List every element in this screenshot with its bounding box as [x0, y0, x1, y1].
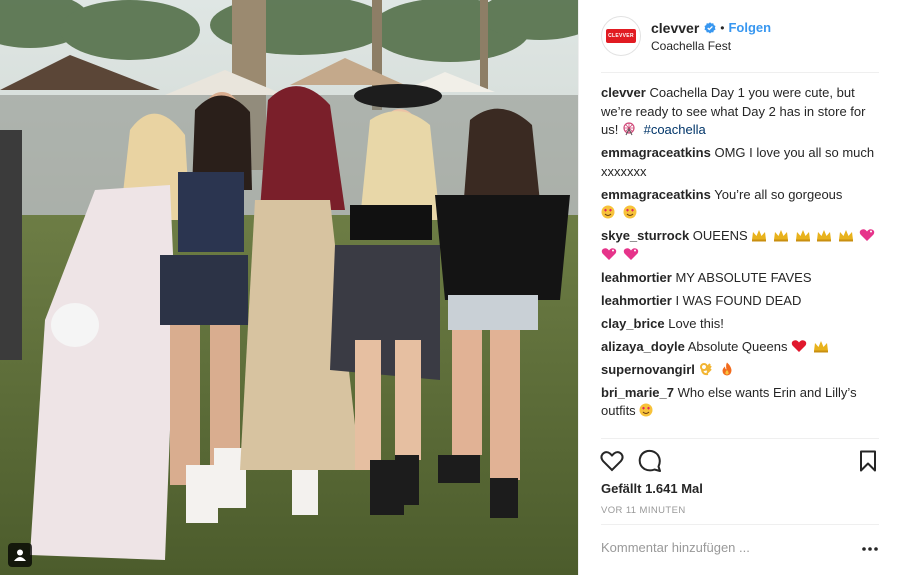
action-bar [599, 448, 881, 474]
crown-emoji [773, 229, 789, 243]
author-username[interactable]: clevver [651, 20, 699, 36]
comment: clay_brice Love this! [601, 315, 881, 334]
comment-username[interactable]: alizaya_doyle [601, 339, 685, 354]
comment-username[interactable]: supernovangirl [601, 362, 695, 377]
red-heart-emoji [791, 339, 807, 353]
divider [601, 524, 879, 525]
separator-dot: • [720, 20, 725, 35]
comment-username[interactable]: leahmortier [601, 293, 672, 308]
comment-button[interactable] [637, 448, 663, 474]
post-timestamp[interactable]: VOR 11 MINUTEN [601, 505, 686, 516]
heart-eyes-emoji [639, 403, 655, 417]
save-button[interactable] [855, 448, 881, 474]
fire-emoji [720, 362, 736, 376]
bookmark-icon [860, 450, 876, 472]
comment: leahmortier MY ABSOLUTE FAVES [601, 269, 881, 288]
heart-eyes-emoji [623, 205, 639, 219]
heart-icon [600, 451, 624, 472]
crown-emoji [751, 229, 767, 243]
comment-text: OUEENS [692, 228, 748, 243]
comment-text: Absolute Queens [687, 338, 788, 354]
divider [601, 72, 879, 73]
comment: supernovangirl [601, 361, 881, 380]
likes-count[interactable]: Gefällt 1.641 Mal [601, 481, 703, 496]
comment-icon [638, 449, 661, 472]
comment: alizaya_doyle Absolute Queens [601, 338, 881, 357]
follow-button[interactable]: Folgen [728, 20, 771, 35]
sparkling-heart-emoji [623, 247, 639, 261]
comment-text: I WAS FOUND DEAD [675, 292, 802, 308]
comment: bri_marie_7 Who else wants Erin and Lill… [601, 384, 881, 421]
like-button[interactable] [599, 448, 625, 474]
crown-emoji [816, 229, 832, 243]
post-side-panel: CLEVVER clevver • Folgen Coachella Fest [578, 0, 900, 575]
comment-username[interactable]: bri_marie_7 [601, 385, 674, 400]
divider [601, 438, 879, 439]
comment-username[interactable]: clevver [601, 85, 646, 100]
crown-emoji [838, 229, 854, 243]
comment-username[interactable]: emmagraceatkins [601, 187, 711, 202]
more-options-button[interactable] [860, 543, 880, 555]
comment-username[interactable]: leahmortier [601, 270, 672, 285]
ok-hand-emoji [699, 362, 715, 376]
comment: emmagraceatkins You’re all so gorgeous [601, 186, 881, 223]
comment-text: Love this! [668, 315, 724, 331]
post-photo[interactable] [0, 0, 578, 575]
comment-username[interactable]: clay_brice [601, 316, 665, 331]
comment: leahmortier I WAS FOUND DEAD [601, 292, 881, 311]
comment-text: MY ABSOLUTE FAVES [675, 269, 812, 285]
comments-list: clevver Coachella Day 1 you were cute, b… [601, 84, 881, 425]
hashtag-link[interactable]: #coachella [644, 122, 706, 137]
comment-text: You’re all so gorgeous [714, 186, 843, 202]
festival-photo-illustration [0, 0, 578, 575]
instagram-post: CLEVVER clevver • Folgen Coachella Fest [0, 0, 900, 575]
tagged-people-icon[interactable] [8, 543, 32, 567]
heart-eyes-emoji [601, 205, 617, 219]
comment-username[interactable]: emmagraceatkins [601, 145, 711, 160]
comment: emmagraceatkins OMG I love you all so mu… [601, 144, 881, 181]
comment-username[interactable]: skye_sturrock [601, 228, 689, 243]
sparkling-heart-emoji [859, 228, 875, 242]
avatar[interactable]: CLEVVER [601, 16, 641, 56]
post-header: CLEVVER clevver • Folgen Coachella Fest [579, 0, 900, 72]
ellipsis-icon [862, 547, 878, 551]
sparkling-heart-emoji [601, 247, 617, 261]
ferris-wheel-emoji [622, 122, 638, 136]
caption: clevver Coachella Day 1 you were cute, b… [601, 84, 881, 140]
verified-badge-icon [704, 21, 716, 34]
add-comment-input[interactable]: Kommentar hinzufügen ... [601, 540, 801, 555]
comment: skye_sturrock OUEENS [601, 227, 881, 264]
crown-emoji [795, 229, 811, 243]
post-location[interactable]: Coachella Fest [651, 39, 771, 53]
clevver-logo: CLEVVER [606, 29, 636, 43]
crown-emoji [813, 340, 829, 354]
